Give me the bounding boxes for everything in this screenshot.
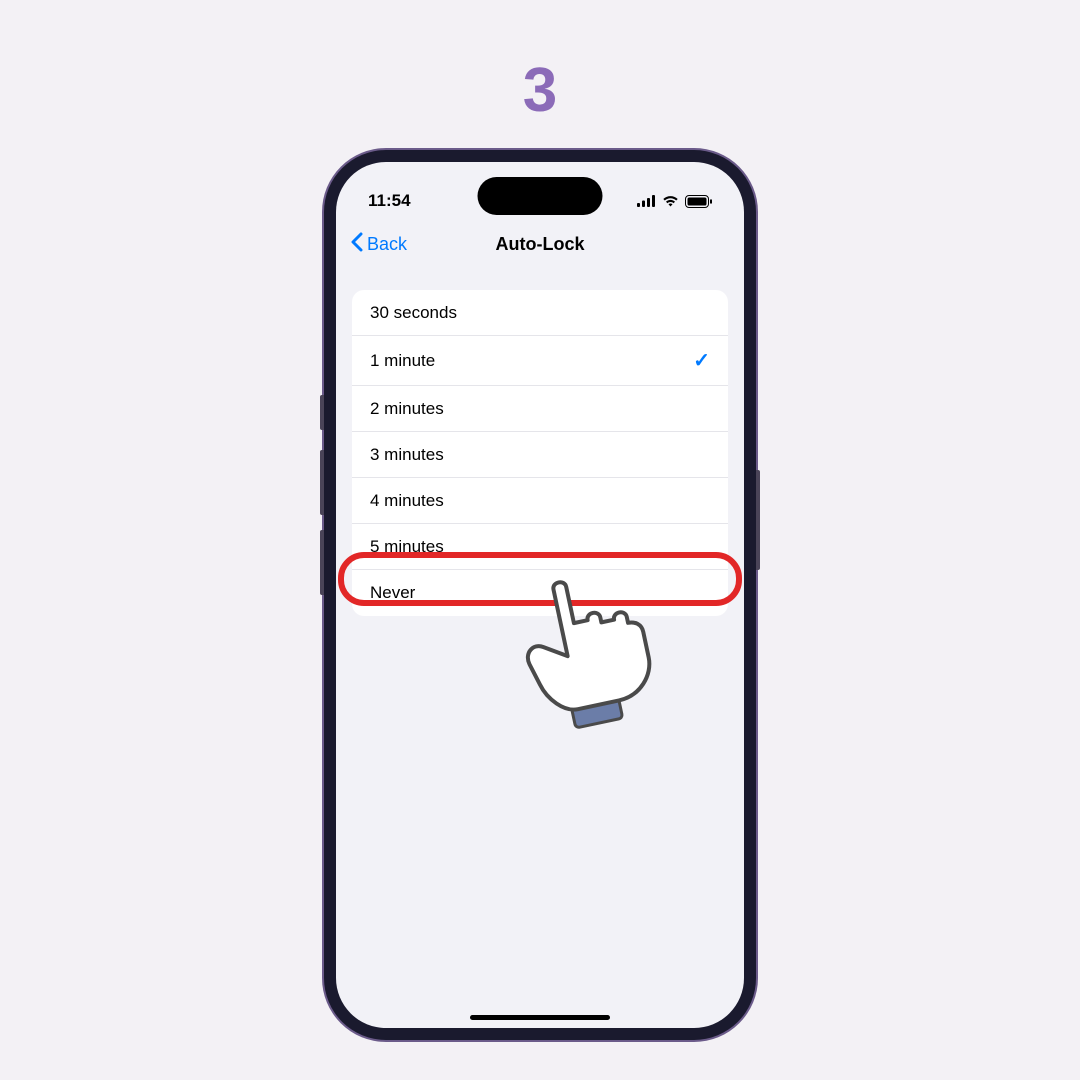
phone-frame: 11:54 Back Auto-Lock [324,150,756,1040]
option-never[interactable]: Never [352,570,728,616]
options-list: 30 seconds 1 minute ✓ 2 minutes 3 minute… [352,290,728,616]
nav-bar: Back Auto-Lock [336,220,744,268]
option-label: Never [370,583,415,603]
dynamic-island [478,177,603,215]
option-label: 3 minutes [370,445,444,465]
cellular-icon [637,195,656,207]
phone-power-button [756,470,760,570]
back-label: Back [367,234,407,255]
home-indicator[interactable] [470,1015,610,1020]
step-number: 3 [523,55,557,126]
option-4-minutes[interactable]: 4 minutes [352,478,728,524]
page-title: Auto-Lock [496,234,585,255]
option-3-minutes[interactable]: 3 minutes [352,432,728,478]
back-button[interactable]: Back [350,232,407,257]
battery-icon [685,195,712,208]
option-label: 30 seconds [370,303,457,323]
status-time: 11:54 [368,191,411,211]
phone-screen: 11:54 Back Auto-Lock [336,162,744,1028]
option-2-minutes[interactable]: 2 minutes [352,386,728,432]
option-label: 4 minutes [370,491,444,511]
option-label: 5 minutes [370,537,444,557]
option-1-minute[interactable]: 1 minute ✓ [352,336,728,386]
checkmark-icon: ✓ [693,348,710,373]
option-30-seconds[interactable]: 30 seconds [352,290,728,336]
option-label: 1 minute [370,351,435,371]
option-5-minutes[interactable]: 5 minutes [352,524,728,570]
chevron-left-icon [350,232,363,257]
wifi-icon [662,195,679,207]
option-label: 2 minutes [370,399,444,419]
